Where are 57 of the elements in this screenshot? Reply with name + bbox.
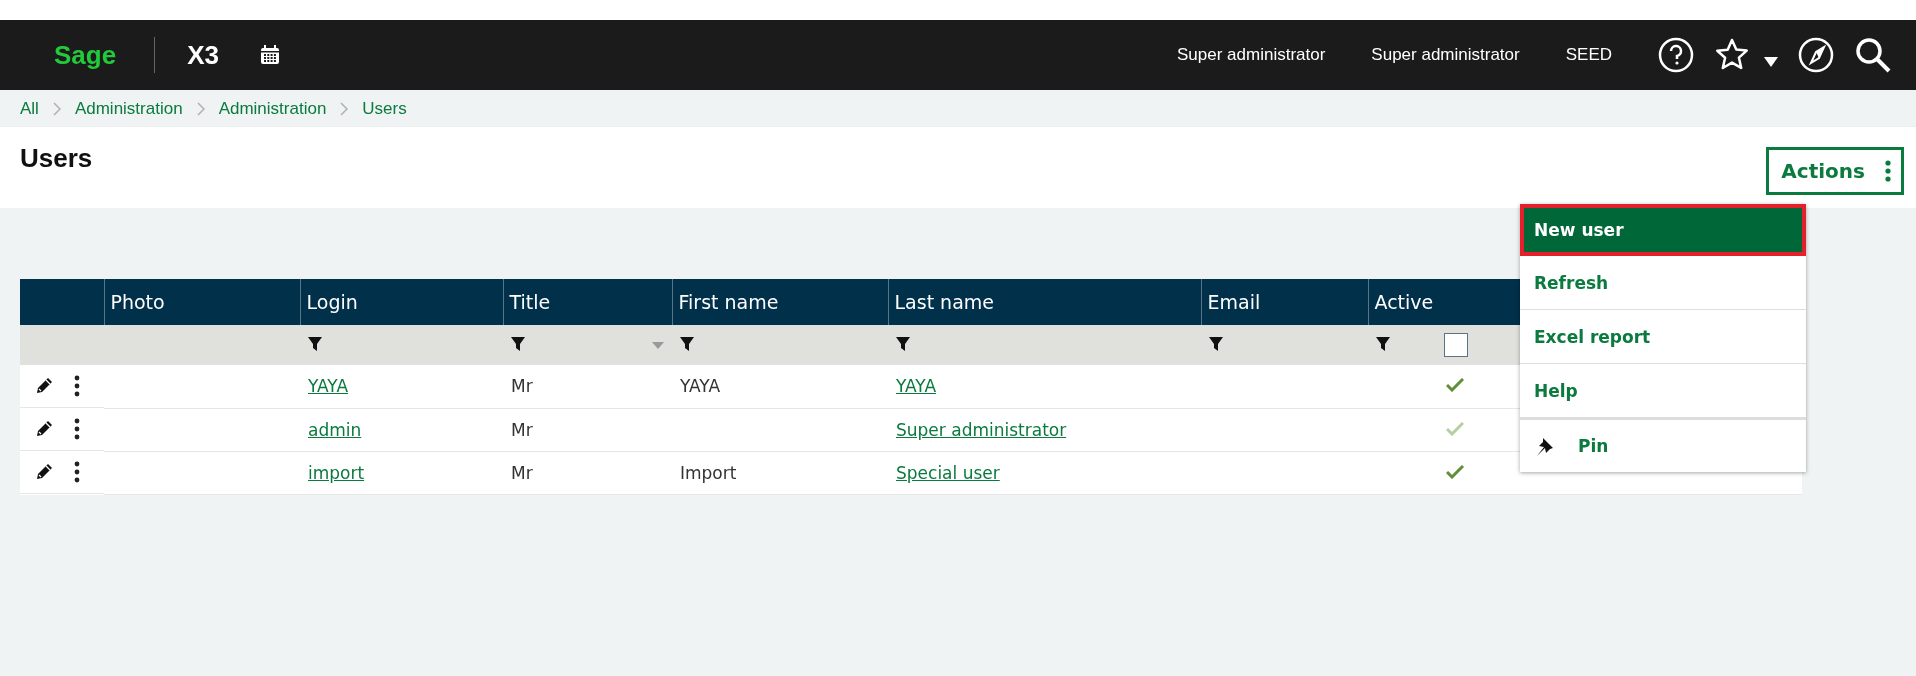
breadcrumb-link[interactable]: All [20,98,39,119]
menu-item[interactable]: Excel report [1520,310,1806,364]
more-icon [1885,160,1891,182]
page-title: Users [20,143,93,174]
menu-item[interactable]: New user [1520,204,1806,256]
filter-icon[interactable] [1376,337,1390,351]
filter-icon[interactable] [511,337,525,351]
pin-icon [1534,435,1556,457]
edit-icon[interactable] [34,376,54,396]
logo[interactable]: Sage [54,39,117,71]
last-name-link[interactable]: YAYA [896,376,937,397]
login-link[interactable]: import [308,462,365,483]
folder-name[interactable]: SEED [1565,45,1612,65]
calendar-icon[interactable] [258,44,281,66]
menu-item[interactable]: Help [1520,364,1806,418]
breadcrumb-link[interactable]: Administration [74,98,183,119]
chevron-icon [196,101,205,116]
filter-icon[interactable] [308,337,322,351]
login-link[interactable]: YAYA [308,376,349,397]
search-icon[interactable] [1854,36,1892,74]
role-name[interactable]: Super administrator [1371,45,1520,65]
table-cell: Mr [511,419,533,440]
last-name-link[interactable]: Super administrator [896,419,1067,440]
table-cell: Import [680,462,737,483]
actions-button[interactable]: Actions [1766,147,1904,195]
filter-checkbox[interactable] [1444,333,1468,357]
column-header[interactable]: Photo [104,279,300,325]
chevron-icon [52,101,61,116]
table-cell: Mr [511,462,533,483]
column-header[interactable]: Email [1201,279,1368,325]
table-cell: Mr [511,376,533,397]
more-icon[interactable] [74,375,80,397]
chevron-icon [340,101,349,116]
last-name-link[interactable]: Special user [896,462,1000,483]
edit-icon[interactable] [34,462,54,482]
filter-icon[interactable] [680,337,694,351]
menu-item[interactable]: Pin [1520,418,1806,472]
more-icon[interactable] [74,418,80,440]
breadcrumb-link[interactable]: Users [362,98,407,119]
more-icon[interactable] [74,461,80,483]
user-name[interactable]: Super administrator [1177,45,1326,65]
column-header[interactable]: Last name [888,279,1201,325]
login-link[interactable]: admin [308,419,362,440]
filter-icon[interactable] [896,337,910,351]
filter-icon[interactable] [1209,337,1223,351]
product-name: X3 [187,39,219,71]
menu-item[interactable]: Refresh [1520,256,1806,310]
column-header[interactable]: Title [503,279,672,325]
column-header[interactable]: Active [1368,279,1520,325]
table-cell: YAYA [680,376,721,397]
help-icon[interactable] [1658,37,1694,73]
compass-icon[interactable] [1798,37,1834,73]
column-header[interactable]: Login [300,279,503,325]
column-header[interactable]: First name [672,279,888,325]
edit-icon[interactable] [34,419,54,439]
caret-icon[interactable] [1764,57,1778,67]
breadcrumb-link[interactable]: Administration [218,98,327,119]
